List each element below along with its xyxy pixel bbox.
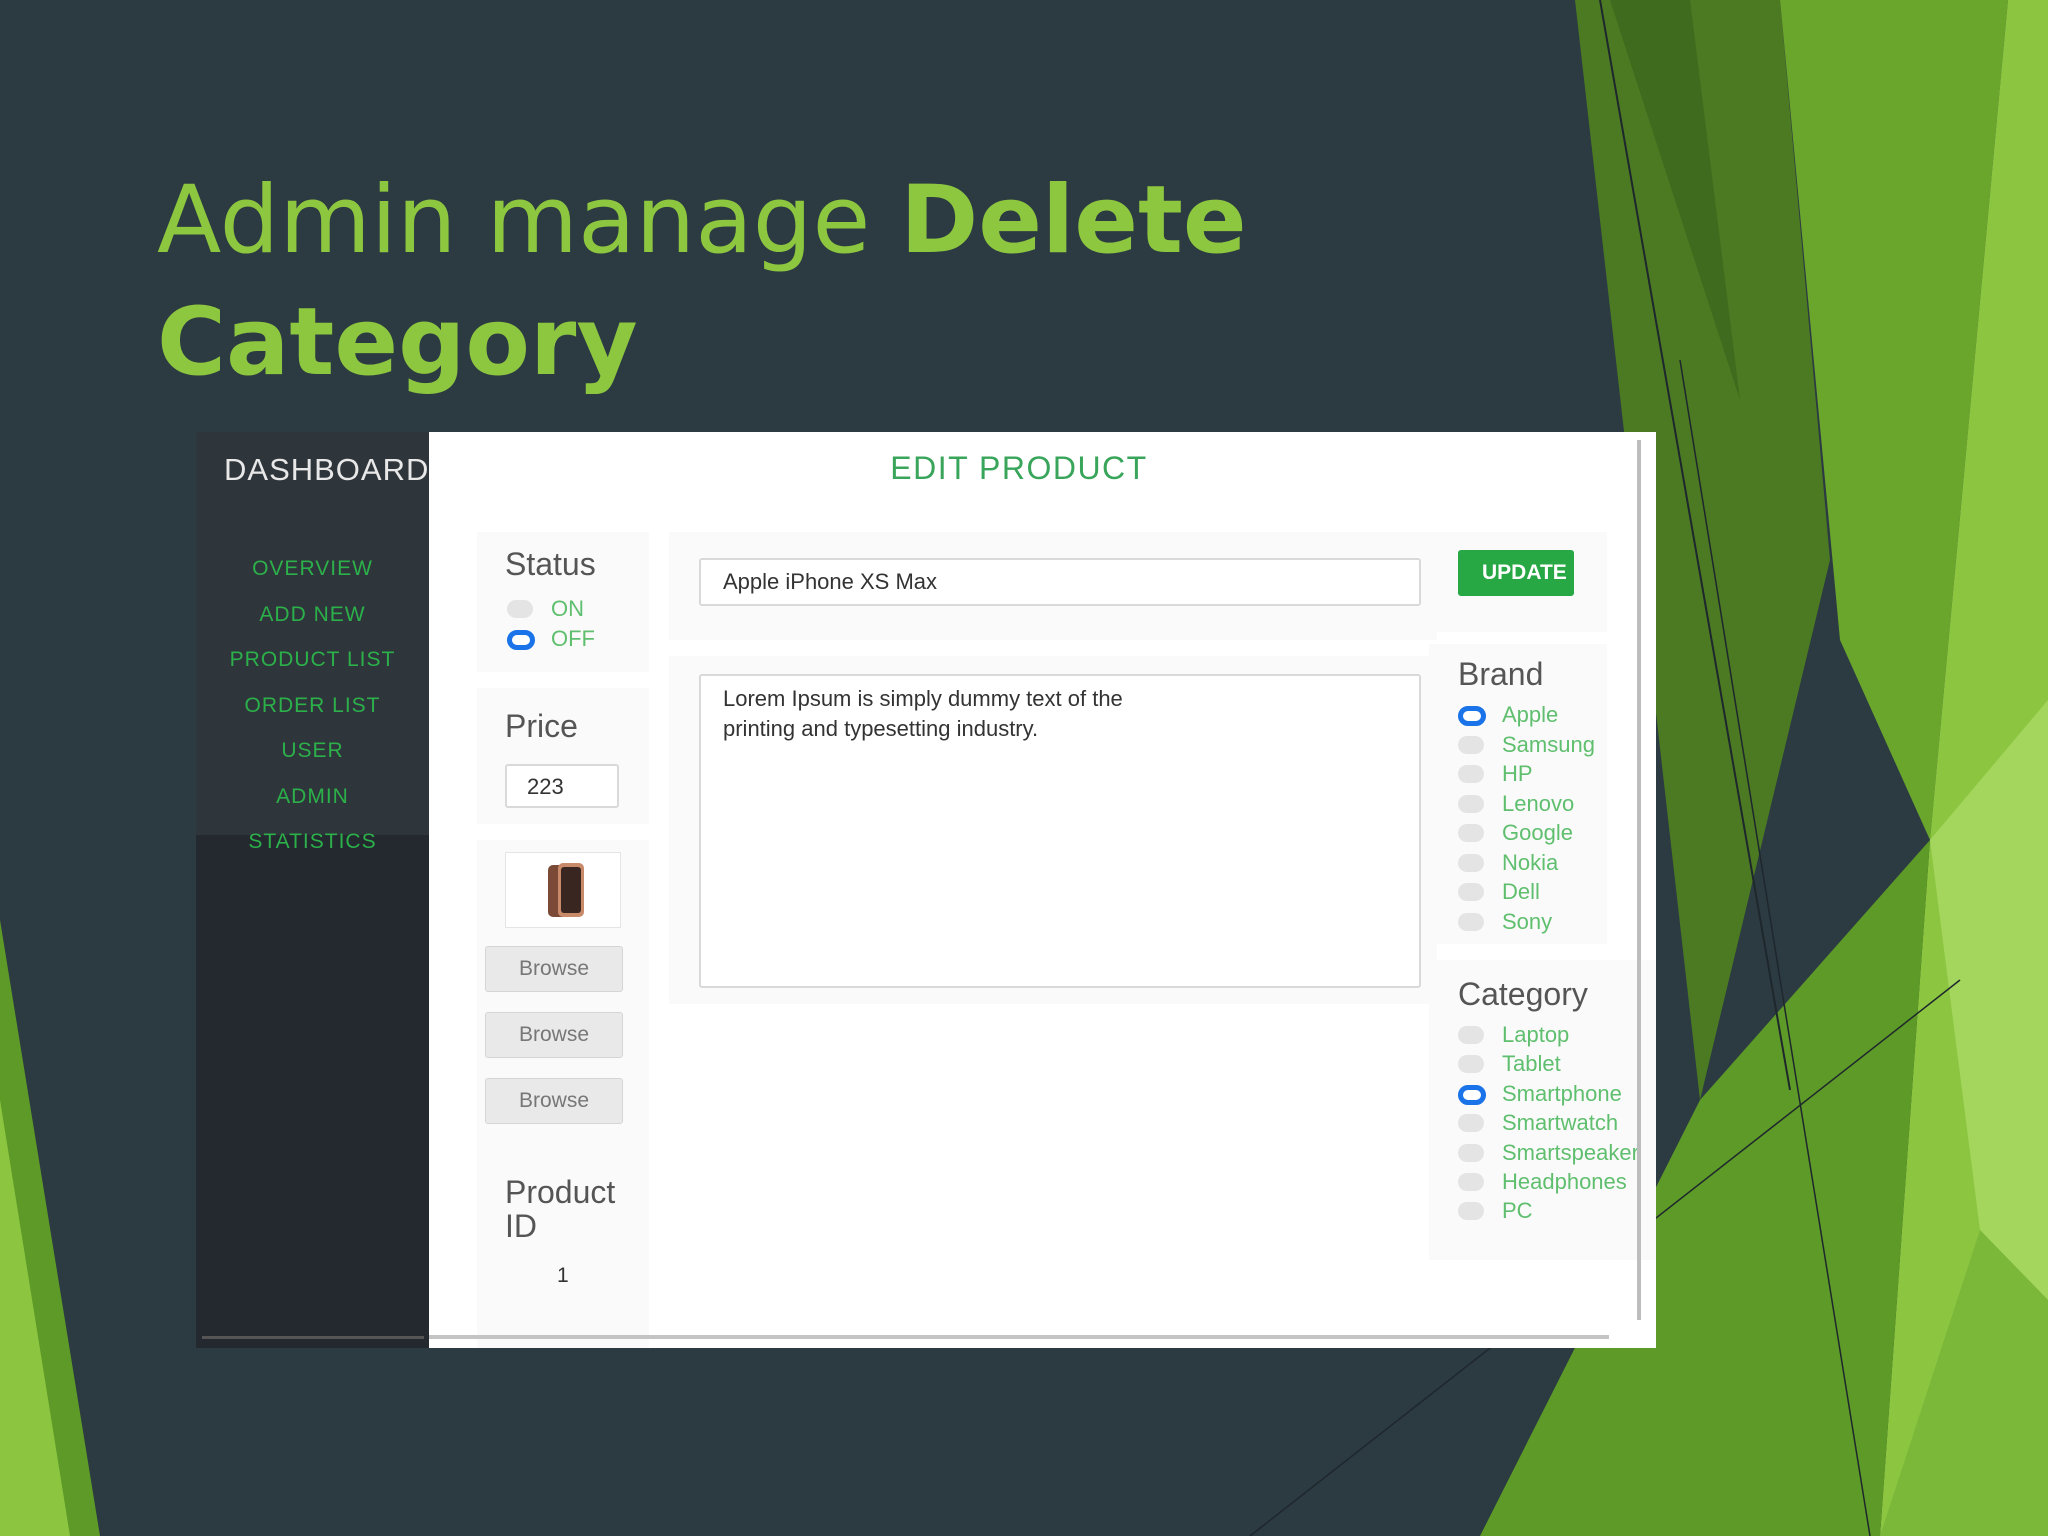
brand-option-apple[interactable]: Apple bbox=[1458, 702, 1628, 730]
brand-option-label: Lenovo bbox=[1502, 791, 1575, 816]
sidebar-header: DASHBOARD bbox=[196, 432, 429, 515]
brand-option-google[interactable]: Google bbox=[1458, 820, 1628, 848]
radio-unchecked-icon bbox=[1458, 1114, 1484, 1132]
sidebar: DASHBOARD OVERVIEW ADD NEW PRODUCT LIST … bbox=[196, 432, 429, 1348]
radio-unchecked-icon bbox=[1458, 854, 1484, 872]
category-option-label: Smartspeaker bbox=[1502, 1140, 1639, 1165]
category-option-label: Smartwatch bbox=[1502, 1110, 1619, 1135]
product-id-value: 1 bbox=[557, 1264, 569, 1287]
radio-unchecked-icon bbox=[1458, 1202, 1484, 1220]
category-option-label: PC bbox=[1502, 1198, 1533, 1223]
product-id-label-line2: ID bbox=[505, 1208, 537, 1244]
update-button[interactable]: UPDATE bbox=[1458, 550, 1574, 596]
category-option-label: Smartphone bbox=[1502, 1081, 1622, 1106]
product-id-card: Product ID 1 bbox=[477, 1156, 649, 1348]
description-textarea[interactable]: Lorem Ipsum is simply dummy text of the … bbox=[699, 674, 1421, 988]
radio-unchecked-icon bbox=[1458, 1026, 1484, 1044]
radio-unchecked-icon bbox=[1458, 824, 1484, 842]
status-option-off[interactable]: OFF bbox=[507, 626, 647, 654]
radio-unchecked-icon bbox=[1458, 795, 1484, 813]
status-option-on[interactable]: ON bbox=[507, 596, 647, 624]
radio-unchecked-icon bbox=[1458, 883, 1484, 901]
vertical-scrollbar[interactable] bbox=[1637, 440, 1641, 1320]
description-line-2: printing and typesetting industry. bbox=[723, 716, 1039, 741]
slide-title-bold-1: Delete bbox=[900, 166, 1247, 275]
radio-unchecked-icon bbox=[1458, 765, 1484, 783]
category-option-smartphone[interactable]: Smartphone bbox=[1458, 1081, 1656, 1109]
slide-title-bold-2: Category bbox=[157, 288, 638, 397]
sidebar-item-add-new[interactable]: ADD NEW bbox=[196, 603, 429, 627]
browse-button-3[interactable]: Browse bbox=[485, 1078, 623, 1124]
category-label: Category bbox=[1458, 976, 1588, 1012]
browse-button-1[interactable]: Browse bbox=[485, 946, 623, 992]
screenshot-panel: DASHBOARD OVERVIEW ADD NEW PRODUCT LIST … bbox=[196, 432, 1656, 1348]
slide-title-normal: Admin manage bbox=[157, 166, 901, 275]
brand-option-hp[interactable]: HP bbox=[1458, 761, 1628, 789]
category-option-headphones[interactable]: Headphones bbox=[1458, 1169, 1656, 1197]
sidebar-menu: OVERVIEW ADD NEW PRODUCT LIST ORDER LIST… bbox=[196, 515, 429, 853]
brand-option-lenovo[interactable]: Lenovo bbox=[1458, 791, 1628, 819]
sidebar-scrollbar[interactable] bbox=[202, 1336, 424, 1339]
browse-button-2[interactable]: Browse bbox=[485, 1012, 623, 1058]
brand-option-label: Apple bbox=[1502, 702, 1559, 727]
brand-option-label: Google bbox=[1502, 820, 1573, 845]
radio-unchecked-icon bbox=[1458, 736, 1484, 754]
category-card: Category Laptop Tablet Smartphone Smartw… bbox=[1429, 960, 1656, 1260]
category-option-smartspeaker[interactable]: Smartspeaker bbox=[1458, 1140, 1656, 1168]
brand-label: Brand bbox=[1458, 656, 1544, 692]
status-card: Status ON OFF bbox=[477, 532, 649, 672]
horizontal-scrollbar[interactable] bbox=[429, 1335, 1609, 1339]
category-option-label: Tablet bbox=[1502, 1051, 1561, 1076]
sidebar-item-statistics[interactable]: STATISTICS bbox=[196, 830, 429, 854]
category-option-tablet[interactable]: Tablet bbox=[1458, 1051, 1656, 1079]
radio-checked-icon bbox=[1458, 1085, 1486, 1105]
sidebar-item-product-list[interactable]: PRODUCT LIST bbox=[196, 648, 429, 672]
status-label: Status bbox=[505, 546, 596, 582]
sidebar-item-admin[interactable]: ADMIN bbox=[196, 785, 429, 809]
radio-unchecked-icon bbox=[1458, 913, 1484, 931]
brand-option-label: Nokia bbox=[1502, 850, 1559, 875]
sidebar-item-overview[interactable]: OVERVIEW bbox=[196, 557, 429, 581]
category-option-smartwatch[interactable]: Smartwatch bbox=[1458, 1110, 1656, 1138]
radio-unchecked-icon bbox=[1458, 1144, 1484, 1162]
slide-title: Admin manage Delete Category bbox=[157, 160, 1357, 404]
brand-option-sony[interactable]: Sony bbox=[1458, 909, 1628, 937]
brand-option-label: HP bbox=[1502, 761, 1533, 786]
status-option-label: ON bbox=[551, 596, 584, 621]
description-line-1: Lorem Ipsum is simply dummy text of the bbox=[723, 686, 1123, 711]
page-title: EDIT PRODUCT bbox=[890, 450, 1148, 486]
product-image bbox=[505, 852, 621, 928]
radio-unchecked-icon bbox=[1458, 1055, 1484, 1073]
price-input[interactable]: 223 bbox=[505, 764, 619, 808]
sidebar-item-user[interactable]: USER bbox=[196, 739, 429, 763]
brand-option-label: Sony bbox=[1502, 909, 1553, 934]
brand-option-label: Samsung bbox=[1502, 732, 1595, 757]
radio-unchecked-icon bbox=[1458, 1173, 1484, 1191]
price-value: 223 bbox=[527, 774, 564, 799]
category-option-pc[interactable]: PC bbox=[1458, 1198, 1656, 1226]
brand-card: Brand Apple Samsung HP Lenovo Google Nok… bbox=[1429, 644, 1607, 944]
description-card: Lorem Ipsum is simply dummy text of the … bbox=[669, 656, 1437, 1004]
price-label: Price bbox=[505, 708, 578, 744]
category-option-laptop[interactable]: Laptop bbox=[1458, 1022, 1656, 1050]
phone-image-icon bbox=[548, 863, 584, 917]
brand-option-samsung[interactable]: Samsung bbox=[1458, 732, 1628, 760]
product-id-label-line1: Product bbox=[505, 1174, 616, 1210]
price-card: Price 223 bbox=[477, 688, 649, 824]
brand-option-nokia[interactable]: Nokia bbox=[1458, 850, 1628, 878]
category-option-label: Headphones bbox=[1502, 1169, 1627, 1194]
radio-unchecked-icon bbox=[507, 600, 533, 618]
status-option-label: OFF bbox=[551, 626, 595, 651]
category-option-label: Laptop bbox=[1502, 1022, 1570, 1047]
radio-checked-icon bbox=[507, 630, 535, 650]
name-card: Apple iPhone XS Max bbox=[669, 532, 1437, 640]
dashboard-title: DASHBOARD bbox=[224, 452, 429, 487]
brand-option-dell[interactable]: Dell bbox=[1458, 879, 1628, 907]
radio-checked-icon bbox=[1458, 706, 1486, 726]
edit-product-form: EDIT PRODUCT Status ON OFF Price 223 Bro… bbox=[429, 432, 1656, 1348]
product-name-value: Apple iPhone XS Max bbox=[723, 569, 938, 594]
brand-option-label: Dell bbox=[1502, 879, 1540, 904]
product-name-input[interactable]: Apple iPhone XS Max bbox=[699, 558, 1421, 606]
sidebar-item-order-list[interactable]: ORDER LIST bbox=[196, 694, 429, 718]
